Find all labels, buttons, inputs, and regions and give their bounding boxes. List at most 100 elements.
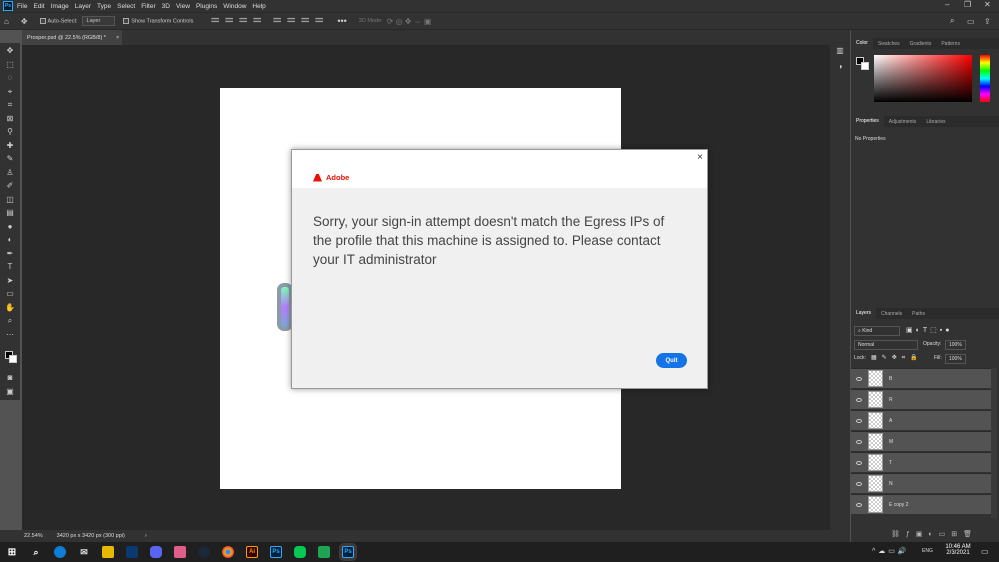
pen-tool-icon[interactable]: ✒	[5, 249, 15, 258]
menu-edit[interactable]: Edit	[33, 3, 44, 10]
align-middle-icon[interactable]	[287, 17, 296, 23]
healing-tool-icon[interactable]: ✚	[5, 141, 15, 150]
status-arrow-icon[interactable]: ›	[145, 533, 147, 539]
mail-icon[interactable]: ✉	[78, 546, 90, 558]
distribute-icon[interactable]	[253, 17, 262, 23]
layer-row[interactable]: M	[851, 431, 991, 451]
hue-slider[interactable]	[980, 55, 990, 102]
file-explorer-icon[interactable]	[102, 546, 114, 558]
home-icon[interactable]: ⌂	[4, 17, 9, 26]
move-tool-icon[interactable]: ✥	[5, 46, 15, 55]
menu-plugins[interactable]: Plugins	[196, 3, 217, 10]
lasso-tool-icon[interactable]: ◌	[5, 73, 15, 82]
layer-row[interactable]: N	[851, 473, 991, 493]
history-panel-icon[interactable]: ▥	[835, 46, 845, 55]
zoom-level[interactable]: 22.54%	[24, 533, 43, 539]
color-swatches-icon[interactable]	[5, 351, 17, 363]
workspace-icon[interactable]: ▭	[967, 17, 975, 26]
checkbox-icon[interactable]	[123, 17, 130, 24]
eye-icon[interactable]	[856, 439, 862, 444]
checkbox-icon[interactable]	[39, 17, 46, 24]
line-icon[interactable]	[294, 546, 306, 558]
photos-icon[interactable]	[174, 546, 186, 558]
quick-select-tool-icon[interactable]: ⌖	[5, 87, 15, 96]
layer-filter-kind[interactable]: ⌕ Kind	[854, 326, 900, 336]
eye-icon[interactable]	[856, 376, 862, 381]
layer-select[interactable]: Layer	[81, 16, 116, 26]
move-tool-icon[interactable]: ✥	[21, 17, 28, 26]
distribute-vertical-icon[interactable]	[315, 17, 324, 23]
search-icon[interactable]: ⌕	[30, 546, 42, 558]
menu-layer[interactable]: Layer	[75, 3, 91, 10]
layer-row[interactable]: T	[851, 452, 991, 472]
close-window-icon[interactable]: ✕	[984, 0, 991, 9]
eye-icon[interactable]	[856, 418, 862, 423]
lock-icons[interactable]: ▦✎✥⌗🔒	[871, 354, 923, 362]
minimize-icon[interactable]: –	[945, 0, 949, 9]
eye-icon[interactable]	[856, 397, 862, 402]
adjust-panel-icon[interactable]: ◑	[835, 62, 845, 71]
menu-select[interactable]: Select	[117, 3, 135, 10]
tab-color[interactable]: Color	[851, 38, 873, 49]
close-icon[interactable]: ×	[697, 152, 703, 163]
discord-icon[interactable]	[150, 546, 162, 558]
align-top-icon[interactable]	[273, 17, 282, 23]
more-tools-icon[interactable]: ⋯	[5, 330, 15, 339]
dodge-tool-icon[interactable]: ◐	[5, 235, 15, 244]
align-left-icon[interactable]	[211, 17, 220, 23]
app-green-icon[interactable]	[318, 546, 330, 558]
layer-row[interactable]: E copy 2	[851, 494, 991, 514]
tab-swatches[interactable]: Swatches	[873, 41, 905, 47]
language-indicator[interactable]: ENG	[922, 548, 933, 554]
marquee-tool-icon[interactable]: ⬚	[5, 60, 15, 69]
frame-tool-icon[interactable]: ⊠	[5, 114, 15, 123]
layer-filter-icons[interactable]: ▣◐T⬚▪●	[906, 326, 952, 334]
type-tool-icon[interactable]: T	[5, 262, 15, 271]
hand-tool-icon[interactable]: ✋	[5, 303, 15, 312]
opacity-input[interactable]: 100%	[945, 340, 966, 350]
eyedropper-tool-icon[interactable]: ⚲	[5, 127, 15, 136]
show-transform-checkbox[interactable]: Show Transform Controls	[123, 17, 193, 24]
layer-row[interactable]: B	[851, 368, 991, 388]
menu-help[interactable]: Help	[252, 3, 265, 10]
align-bottom-icon[interactable]	[301, 17, 310, 23]
brush-tool-icon[interactable]: ✎	[5, 154, 15, 163]
eraser-tool-icon[interactable]: ◫	[5, 195, 15, 204]
path-select-icon[interactable]: ➤	[5, 276, 15, 285]
notification-icon[interactable]: ▭	[981, 547, 989, 556]
align-right-icon[interactable]	[239, 17, 248, 23]
more-icon[interactable]: •••	[337, 16, 346, 26]
photoshop-icon[interactable]: Ps	[270, 546, 282, 558]
steam-icon[interactable]	[198, 546, 210, 558]
tab-layers[interactable]: Layers	[851, 308, 877, 319]
menu-type[interactable]: Type	[97, 3, 111, 10]
quit-button[interactable]: Quit	[656, 353, 687, 368]
align-center-icon[interactable]	[225, 17, 234, 23]
eye-icon[interactable]	[856, 481, 862, 486]
clock[interactable]: 10:46 AM 2/3/2021	[940, 544, 976, 556]
zoom-tool-icon[interactable]: ⌕	[5, 316, 15, 325]
eye-icon[interactable]	[856, 460, 862, 465]
menu-filter[interactable]: Filter	[141, 3, 155, 10]
screen-mode-icon[interactable]: ▣	[5, 387, 15, 396]
tab-gradients[interactable]: Gradients	[905, 41, 937, 47]
color-picker-field[interactable]	[874, 55, 972, 102]
photoshop-active-icon[interactable]: Ps	[342, 546, 354, 558]
chrome-icon[interactable]	[222, 546, 234, 558]
layer-row[interactable]: A	[851, 410, 991, 430]
blur-tool-icon[interactable]: ●	[5, 222, 15, 231]
tab-paths[interactable]: Paths	[907, 311, 930, 317]
background-color[interactable]	[861, 62, 869, 70]
eye-icon[interactable]	[856, 502, 862, 507]
tab-libraries[interactable]: Libraries	[921, 119, 950, 125]
menu-image[interactable]: Image	[51, 3, 69, 10]
windows-start-icon[interactable]: ⊞	[6, 546, 18, 558]
illustrator-icon[interactable]: Ai	[246, 546, 258, 558]
tab-adjustments[interactable]: Adjustments	[884, 119, 922, 125]
rectangle-tool-icon[interactable]: ▭	[5, 289, 15, 298]
menu-3d[interactable]: 3D	[162, 3, 170, 10]
restore-icon[interactable]: ❐	[964, 0, 971, 9]
share-icon[interactable]: ⇪	[984, 17, 991, 26]
tab-properties[interactable]: Properties	[851, 116, 884, 127]
edge-icon[interactable]	[54, 546, 66, 558]
